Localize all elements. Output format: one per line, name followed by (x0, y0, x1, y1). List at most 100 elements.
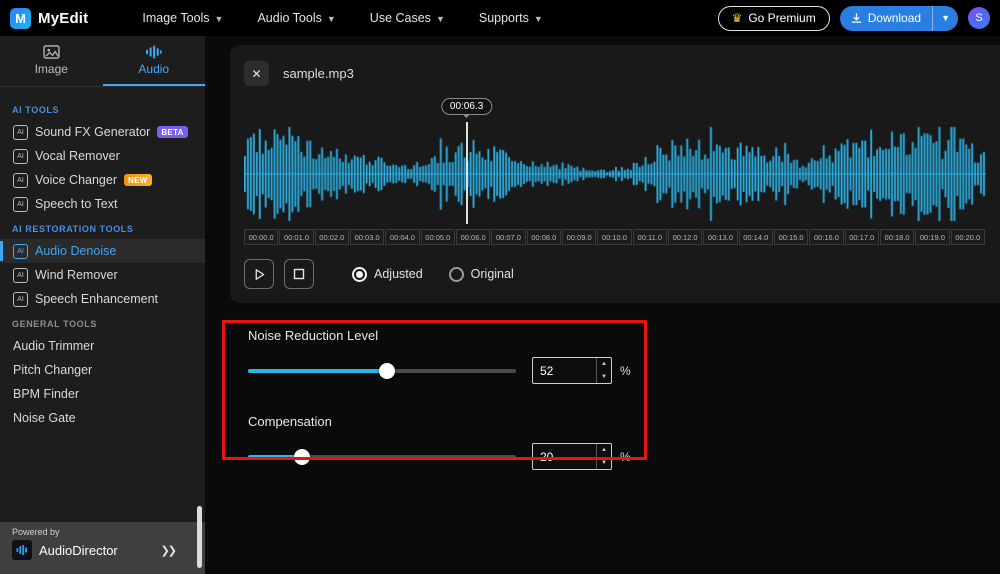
slider-thumb[interactable] (293, 448, 310, 465)
ruler-label: 00:20.0 (950, 229, 985, 245)
new-badge: NEW (124, 174, 152, 186)
compensation-input[interactable]: 20 ▲ ▼ (532, 443, 612, 470)
item-label: Audio Denoise (35, 244, 117, 258)
audiodirector-icon (12, 540, 32, 560)
ai-tool-icon: AI (13, 291, 28, 307)
tab-image[interactable]: Image (0, 36, 103, 86)
nav-image-tools[interactable]: Image Tools ▼ (142, 11, 223, 25)
ruler-label: 00:07.0 (491, 229, 526, 245)
radio-original[interactable]: Original (448, 266, 514, 282)
sidebar-item-sound-fx-generator[interactable]: AI Sound FX Generator BETA (0, 120, 205, 144)
waveform-canvas[interactable] (244, 124, 986, 224)
radio-label: Original (470, 267, 514, 281)
item-label: Pitch Changer (13, 363, 93, 377)
radio-adjusted[interactable]: Adjusted (352, 266, 423, 282)
time-ruler: 00:00.0 00:01.0 00:02.0 00:03.0 00:04.0 00:05… (244, 229, 986, 245)
nav-supports[interactable]: Supports ▼ (479, 11, 543, 25)
download-icon (851, 12, 861, 23)
nav-audio-tools[interactable]: Audio Tools ▼ (257, 11, 335, 25)
spin-up-button[interactable]: ▲ (597, 358, 611, 371)
percent-unit: % (620, 449, 631, 464)
sidebar-item-audio-trimmer[interactable]: Audio Trimmer (0, 334, 205, 358)
download-options-button[interactable]: ▼ (932, 5, 958, 31)
noise-reduction-slider[interactable] (248, 362, 516, 379)
ruler-label: 00:03.0 (349, 229, 385, 245)
sidebar-item-audio-denoise[interactable]: AI Audio Denoise (0, 239, 205, 263)
item-label: Wind Remover (35, 268, 118, 282)
sidebar-item-voice-changer[interactable]: AI Voice Changer NEW (0, 168, 205, 192)
beta-badge: BETA (157, 126, 188, 138)
audiodirector-link[interactable]: AudioDirector ❯❯ (12, 540, 193, 560)
radio-dot (352, 266, 367, 282)
ruler-label: 00:16.0 (809, 229, 844, 245)
section-title-ai-tools: AI TOOLS (12, 105, 60, 115)
ruler-label: 00:12.0 (667, 229, 703, 245)
ai-tool-icon: AI (13, 172, 28, 188)
audiodirector-label: AudioDirector (39, 542, 118, 558)
powered-by-label: Powered by (12, 527, 60, 537)
crown-icon: ♛ (731, 11, 743, 25)
item-label: Speech to Text (35, 197, 118, 211)
top-bar: M MyEdit Image Tools ▼ Audio Tools ▼ Use… (0, 0, 1000, 36)
radio-label: Adjusted (374, 267, 423, 281)
tab-label: Audio (138, 61, 170, 76)
play-button[interactable] (244, 259, 274, 289)
ruler-label: 00:13.0 (703, 229, 738, 245)
ai-tool-icon: AI (13, 196, 28, 212)
spin-down-button[interactable]: ▼ (597, 457, 611, 470)
sidebar-item-speech-enhancement[interactable]: AI Speech Enhancement (0, 287, 205, 311)
playhead[interactable] (465, 122, 468, 224)
chevron-down-icon: ▼ (533, 14, 543, 24)
sidebar-item-wind-remover[interactable]: AI Wind Remover (0, 263, 205, 287)
nav-label: Use Cases (369, 11, 431, 25)
noise-reduction-input[interactable]: 52 ▲ ▼ (532, 357, 612, 384)
spin-down-button[interactable]: ▼ (597, 371, 611, 384)
slider-thumb[interactable] (379, 362, 396, 379)
chevron-down-icon: ▼ (326, 14, 336, 24)
ruler-label: 00:19.0 (915, 229, 950, 245)
audio-waveform-icon (146, 44, 162, 59)
ruler-label: 00:08.0 (526, 229, 561, 245)
section-title-general-tools: GENERAL TOOLS (12, 319, 97, 329)
user-avatar[interactable]: S (968, 7, 990, 29)
item-label: Speech Enhancement (35, 292, 159, 306)
spin-up-button[interactable]: ▲ (597, 444, 611, 457)
ai-tool-icon: AI (13, 243, 28, 259)
nav-label: Supports (478, 11, 529, 25)
main-content: ✕ sample.mp3 00:06.3 00:00.0 00:01.0 00:02… (205, 36, 1000, 574)
sidebar-scrollbar[interactable] (197, 506, 202, 568)
chevron-down-icon: ▼ (435, 14, 445, 24)
compensation-slider[interactable] (248, 448, 516, 465)
item-label: Sound FX Generator (35, 125, 151, 139)
sidebar-footer: Powered by AudioDirector ❯❯ (0, 522, 205, 574)
nav-use-cases[interactable]: Use Cases ▼ (370, 11, 445, 25)
waveform-area[interactable]: 00:06.3 (244, 98, 986, 224)
compensation-value: 20 (540, 449, 554, 464)
audio-player-panel: ✕ sample.mp3 00:06.3 00:00.0 00:01.0 00:02… (230, 45, 1000, 303)
ruler-label: 00:01.0 (279, 229, 314, 245)
myedit-logo[interactable]: M MyEdit (10, 7, 89, 29)
ruler-label: 00:09.0 (561, 229, 597, 245)
ruler-label: 00:04.0 (385, 229, 420, 245)
item-label: Audio Trimmer (13, 339, 95, 353)
sidebar-item-noise-gate[interactable]: Noise Gate (0, 406, 205, 430)
ruler-label: 00:10.0 (597, 229, 632, 245)
stop-button[interactable] (284, 259, 314, 289)
download-button[interactable]: Download (840, 6, 932, 31)
tab-audio[interactable]: Audio (102, 36, 205, 86)
sidebar-item-bpm-finder[interactable]: BPM Finder (0, 382, 205, 406)
go-premium-button[interactable]: ♛ Go Premium (717, 5, 830, 31)
sidebar-item-speech-to-text[interactable]: AI Speech to Text (0, 192, 205, 216)
stop-icon (293, 268, 305, 280)
close-file-button[interactable]: ✕ (244, 61, 269, 86)
item-label: BPM Finder (13, 387, 79, 401)
premium-label: Go Premium (748, 11, 816, 25)
compensation-label: Compensation (248, 414, 332, 429)
spinner: ▲ ▼ (596, 444, 611, 469)
ruler-label: 00:05.0 (420, 229, 455, 245)
sidebar-item-pitch-changer[interactable]: Pitch Changer (0, 358, 205, 382)
caret-down-icon: ▼ (941, 13, 950, 23)
brand-name: MyEdit (38, 9, 89, 27)
play-icon (255, 268, 264, 280)
sidebar-item-vocal-remover[interactable]: AI Vocal Remover (0, 144, 205, 168)
